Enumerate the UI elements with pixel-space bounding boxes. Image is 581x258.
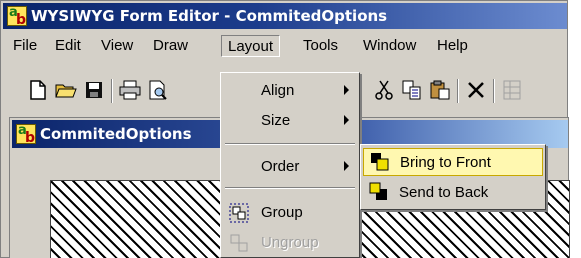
menu-window[interactable]: Window [357, 35, 422, 57]
grid-icon[interactable] [501, 79, 523, 101]
window-title: WYSIWYG Form Editor - CommitedOptions [31, 7, 388, 25]
title-bar[interactable]: ab WYSIWYG Form Editor - CommitedOptions [3, 3, 567, 29]
app-icon: ab [16, 124, 36, 144]
bring-to-front-icon [371, 153, 389, 171]
save-icon[interactable] [83, 79, 105, 101]
toolbar-separator [111, 79, 113, 103]
new-file-icon[interactable] [27, 79, 49, 101]
menu-item-group[interactable]: Group [223, 199, 357, 227]
menu-item-bring-to-front[interactable]: Bring to Front [363, 148, 543, 176]
child-window-title: CommitedOptions [40, 125, 192, 143]
menu-separator [225, 143, 355, 145]
layout-menu: Align Size Order Group Ungroup [220, 72, 360, 258]
cut-icon[interactable] [373, 79, 395, 101]
menu-tools[interactable]: Tools [297, 35, 344, 57]
app-icon: ab [7, 6, 27, 26]
submenu-arrow-icon [344, 85, 349, 95]
menu-item-size[interactable]: Size [223, 107, 357, 135]
menu-item-order[interactable]: Order [223, 153, 357, 181]
menu-separator [225, 187, 355, 189]
delete-icon[interactable] [465, 79, 487, 101]
menu-item-align[interactable]: Align [223, 77, 357, 105]
menu-file[interactable]: File [7, 35, 43, 57]
paste-icon[interactable] [429, 79, 451, 101]
toolbar-separator [457, 79, 459, 103]
menu-item-ungroup[interactable]: Ungroup [223, 229, 357, 257]
menu-edit[interactable]: Edit [49, 35, 87, 57]
menu-bar: File Edit View Draw Layout Tools Window … [3, 33, 567, 57]
order-submenu: Bring to Front Send to Back [360, 144, 546, 210]
ungroup-icon [230, 234, 248, 252]
menu-view[interactable]: View [95, 35, 139, 57]
toolbar-separator [493, 79, 495, 103]
submenu-arrow-icon [344, 115, 349, 125]
open-folder-icon[interactable] [55, 79, 77, 101]
send-to-back-icon [369, 182, 387, 200]
menu-help[interactable]: Help [431, 35, 474, 57]
menu-layout[interactable]: Layout [221, 35, 281, 57]
menu-draw[interactable]: Draw [147, 35, 194, 57]
submenu-arrow-icon [344, 161, 349, 171]
print-icon[interactable] [119, 79, 141, 101]
menu-item-send-to-back[interactable]: Send to Back [363, 179, 543, 207]
copy-icon[interactable] [401, 79, 423, 101]
group-icon [229, 203, 249, 223]
print-preview-icon[interactable] [147, 79, 169, 101]
